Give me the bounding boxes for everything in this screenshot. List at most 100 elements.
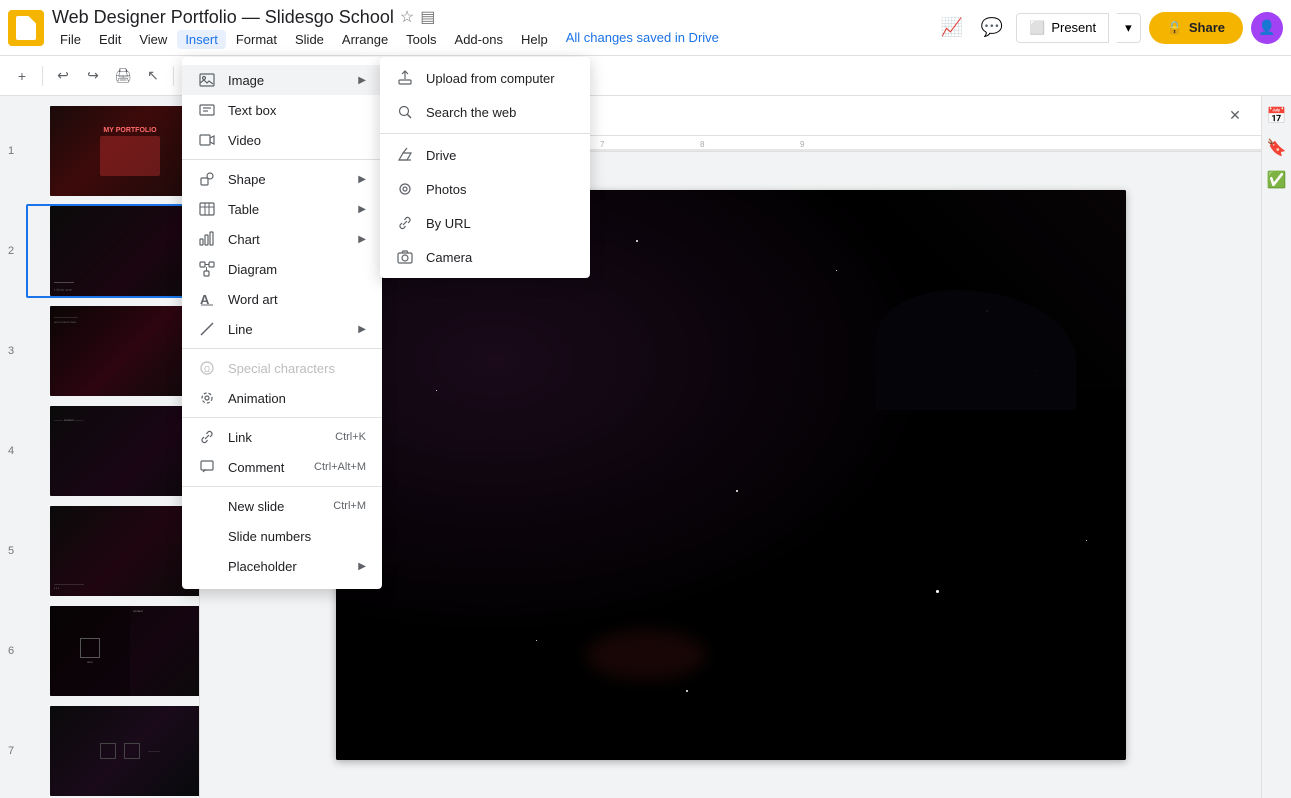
insert-menu-section-1: Image ▶ Text box Video <box>182 61 382 160</box>
slide-preview-2: ———— ▪ item one <box>50 206 200 296</box>
menu-help[interactable]: Help <box>513 30 556 49</box>
image-icon <box>198 71 216 89</box>
photos-icon <box>396 180 414 198</box>
slide-thumb-4[interactable]: 4 ——— content ——— <box>26 404 195 498</box>
insert-menu-item-table[interactable]: Table ▶ <box>182 194 382 224</box>
doc-title: Web Designer Portfolio — Slidesgo School… <box>52 7 936 28</box>
insert-menu-item-video[interactable]: Video <box>182 125 382 155</box>
slide-num-5: 5 <box>8 545 14 557</box>
insert-menu-item-diagram[interactable]: Diagram <box>182 254 382 284</box>
svg-text:7: 7 <box>600 140 605 149</box>
submenu-photos[interactable]: Photos <box>380 172 590 206</box>
doc-title-text[interactable]: Web Designer Portfolio — Slidesgo School <box>52 7 394 28</box>
toolbar-redo[interactable]: ↪ <box>79 62 107 90</box>
slide-thumb-5[interactable]: 5 —————————— ▪ ▪ ▪ <box>26 504 195 598</box>
placeholder-icon <box>198 557 216 575</box>
by-url-icon <box>396 214 414 232</box>
search-web-icon <box>396 103 414 121</box>
star-9 <box>686 690 688 692</box>
insert-slide-numbers-label: Slide numbers <box>228 529 366 544</box>
insert-menu-item-new-slide[interactable]: New slide Ctrl+M <box>182 491 382 521</box>
check-circle-icon[interactable]: ✅ <box>1265 168 1289 192</box>
new-slide-shortcut: Ctrl+M <box>333 500 366 512</box>
drive-icon <box>396 146 414 164</box>
insert-menu-item-special-chars: Ω Special characters <box>182 353 382 383</box>
insert-table-label: Table <box>228 202 346 217</box>
menu-addons[interactable]: Add-ons <box>447 30 511 49</box>
slide-num-3: 3 <box>8 345 14 357</box>
photos-label: Photos <box>426 182 466 197</box>
folder-icon[interactable]: ▤ <box>420 7 435 27</box>
link-shortcut: Ctrl+K <box>335 431 366 443</box>
menu-tools[interactable]: Tools <box>398 30 444 49</box>
slide-thumb-7[interactable]: 7 ———— <box>26 704 195 798</box>
insert-menu-section-5: New slide Ctrl+M Slide numbers Placehold… <box>182 487 382 585</box>
by-url-label: By URL <box>426 216 471 231</box>
image-submenu: Upload from computer Search the web Driv… <box>380 57 590 278</box>
chart-arrow-icon: ▶ <box>358 234 366 245</box>
save-status: All changes saved in Drive <box>566 30 719 49</box>
slide-thumb-3[interactable]: 3 —————— text content here <box>26 304 195 398</box>
present-label: Present <box>1051 20 1096 35</box>
animation-icon <box>198 389 216 407</box>
submenu-upload[interactable]: Upload from computer <box>380 61 590 95</box>
calendar-icon[interactable]: 📅 <box>1265 104 1289 128</box>
insert-menu-item-line[interactable]: Line ▶ <box>182 314 382 344</box>
avatar[interactable]: 👤 <box>1251 12 1283 44</box>
svg-text:Ω: Ω <box>204 365 210 374</box>
camera-icon <box>396 248 414 266</box>
special-chars-icon: Ω <box>198 359 216 377</box>
toolbar-cursor[interactable]: ↖ <box>139 62 167 90</box>
image-arrow-icon: ▶ <box>358 75 366 86</box>
insert-menu-item-chart[interactable]: Chart ▶ <box>182 224 382 254</box>
insert-menu-item-comment[interactable]: Comment Ctrl+Alt+M <box>182 452 382 482</box>
analytics-icon[interactable]: 📈 <box>936 12 968 44</box>
menu-slide[interactable]: Slide <box>287 30 332 49</box>
toolbar-divider-1 <box>42 66 43 86</box>
comments-icon[interactable]: 💬 <box>976 12 1008 44</box>
menu-insert[interactable]: Insert <box>177 30 226 49</box>
insert-chart-label: Chart <box>228 232 346 247</box>
submenu-search-web[interactable]: Search the web <box>380 95 590 129</box>
submenu-divider-1 <box>380 133 590 134</box>
insert-menu-section-2: Shape ▶ Table ▶ <box>182 160 382 349</box>
insert-menu-item-animation[interactable]: Animation <box>182 383 382 413</box>
toolbar-print[interactable]: 🖨 <box>109 62 137 90</box>
slide-thumb-6[interactable]: 6 icon content <box>26 604 195 698</box>
shape-icon <box>198 170 216 188</box>
line-arrow-icon: ▶ <box>358 324 366 335</box>
present-button[interactable]: ⬜ Present <box>1016 13 1109 43</box>
insert-menu-item-image[interactable]: Image ▶ <box>182 65 382 95</box>
slide-thumb-1[interactable]: 1 MY PORTFOLIO <box>26 104 195 198</box>
slide-num-4: 4 <box>8 445 14 457</box>
bookmark-icon[interactable]: 🔖 <box>1265 136 1289 160</box>
menu-format[interactable]: Format <box>228 30 285 49</box>
menu-view[interactable]: View <box>131 30 175 49</box>
insert-menu-item-slide-numbers[interactable]: Slide numbers <box>182 521 382 551</box>
star-8 <box>536 640 537 641</box>
toolbar-undo[interactable]: ↩ <box>49 62 77 90</box>
menu-file[interactable]: File <box>52 30 89 49</box>
app-icon[interactable] <box>8 10 44 46</box>
insert-menu-item-textbox[interactable]: Text box <box>182 95 382 125</box>
submenu-by-url[interactable]: By URL <box>380 206 590 240</box>
menu-arrange[interactable]: Arrange <box>334 30 396 49</box>
insert-menu-item-wordart[interactable]: A Word art <box>182 284 382 314</box>
submenu-drive[interactable]: Drive <box>380 138 590 172</box>
toolbar-add-button[interactable]: + <box>8 62 36 90</box>
menu-edit[interactable]: Edit <box>91 30 129 49</box>
upload-icon <box>396 69 414 87</box>
insert-menu-item-shape[interactable]: Shape ▶ <box>182 164 382 194</box>
submenu-camera[interactable]: Camera <box>380 240 590 274</box>
star-5 <box>736 490 738 492</box>
insert-animation-label: Animation <box>228 391 366 406</box>
panel-close-icon[interactable]: ✕ <box>1221 102 1249 130</box>
present-dropdown[interactable]: ▾ <box>1117 13 1141 43</box>
slide-thumb-2[interactable]: 2 ———— ▪ item one <box>26 204 195 298</box>
insert-menu-item-placeholder[interactable]: Placeholder ▶ <box>182 551 382 581</box>
insert-menu-item-link[interactable]: Link Ctrl+K <box>182 422 382 452</box>
star-icon[interactable]: ☆ <box>400 7 414 27</box>
slides-panel: 1 MY PORTFOLIO 2 ———— ▪ item one <box>0 96 200 798</box>
insert-line-label: Line <box>228 322 346 337</box>
share-button[interactable]: 🔒 Share <box>1149 12 1243 44</box>
